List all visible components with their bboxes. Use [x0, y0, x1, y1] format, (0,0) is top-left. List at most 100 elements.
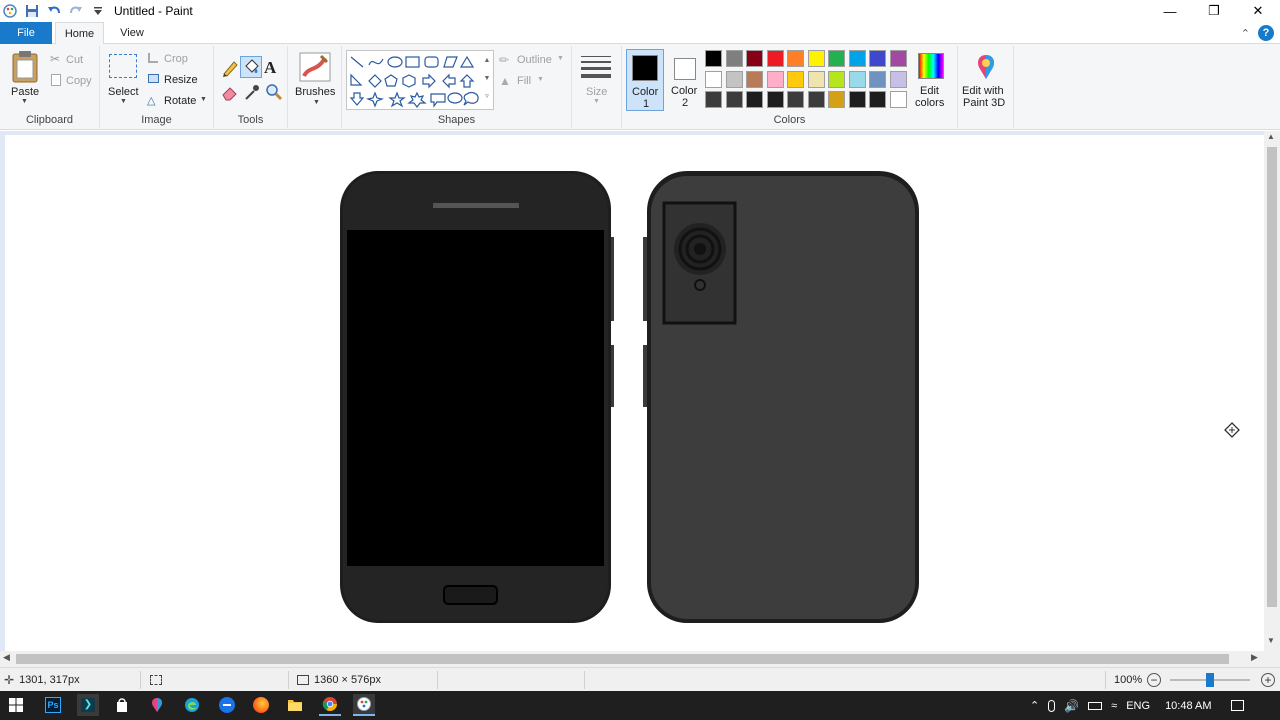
paint3d-icon: [978, 55, 994, 79]
palette-swatch[interactable]: [746, 91, 763, 108]
edit-colors-button[interactable]: Edit colors: [912, 49, 954, 111]
cut-button[interactable]: ✂ Cut: [50, 52, 95, 68]
zoom-slider-thumb[interactable]: [1206, 673, 1214, 687]
paste-button[interactable]: Paste ▼: [6, 48, 44, 105]
pencil-icon[interactable]: [220, 58, 240, 78]
palette-swatch[interactable]: [828, 70, 845, 88]
language-indicator[interactable]: ENG: [1126, 700, 1150, 712]
zoom-slider[interactable]: [1170, 673, 1250, 687]
drawing-canvas[interactable]: [5, 135, 1264, 651]
resize-handle-icon[interactable]: [1224, 422, 1240, 438]
scroll-down-icon[interactable]: ▼: [1267, 636, 1275, 645]
crop-button[interactable]: Crop: [146, 51, 208, 67]
clock[interactable]: 10:48 AM: [1165, 700, 1211, 712]
palette-swatch[interactable]: [766, 91, 784, 108]
edge-icon[interactable]: [181, 694, 203, 716]
photoshop-icon[interactable]: Ps: [42, 694, 64, 716]
text-icon[interactable]: A: [264, 58, 276, 78]
store-icon[interactable]: [111, 694, 133, 716]
close-button[interactable]: ✕: [1236, 0, 1280, 22]
resize-button[interactable]: Resize: [146, 72, 208, 88]
palette-swatch[interactable]: [869, 50, 886, 67]
palette-swatch[interactable]: [807, 91, 825, 108]
palette-swatch[interactable]: [766, 50, 784, 67]
copy-button[interactable]: Copy: [50, 73, 95, 89]
fill-bucket-icon[interactable]: [240, 56, 262, 78]
tab-home[interactable]: Home: [55, 22, 104, 45]
palette-swatch[interactable]: [807, 50, 825, 67]
tab-file[interactable]: File: [0, 22, 52, 44]
palette-swatch[interactable]: [746, 50, 763, 67]
scroll-right-icon[interactable]: ▶: [1251, 652, 1258, 663]
outline-button[interactable]: ✏ Outline ▼: [499, 52, 565, 68]
microphone-icon[interactable]: [1048, 699, 1056, 712]
firefox-icon[interactable]: [250, 694, 272, 716]
paint3d-taskbar-icon[interactable]: [146, 694, 168, 716]
horizontal-scrollbar[interactable]: ◀ ▶: [0, 651, 1264, 667]
palette-swatch[interactable]: [705, 50, 722, 67]
scroll-up-icon[interactable]: ▲: [1267, 132, 1275, 141]
palette-swatch[interactable]: [787, 70, 804, 88]
palette-swatch[interactable]: [787, 91, 804, 108]
color2-button[interactable]: Color 2: [666, 49, 704, 111]
rotate-button[interactable]: △ Rotate ▼: [146, 93, 212, 109]
palette-swatch[interactable]: [869, 70, 886, 88]
palette-swatch[interactable]: [725, 91, 743, 108]
shapes-scroll[interactable]: ▲ ▼ ▿: [482, 52, 492, 108]
vertical-scrollbar[interactable]: ▲ ▼: [1264, 131, 1280, 651]
palette-swatch[interactable]: [725, 70, 743, 88]
vertical-scroll-thumb[interactable]: [1267, 147, 1277, 607]
fill-button[interactable]: ▲ Fill ▼: [499, 73, 549, 89]
customize-toolbar-icon[interactable]: [90, 3, 106, 19]
zoom-in-icon[interactable]: +: [1261, 673, 1275, 687]
paint-taskbar-icon[interactable]: [353, 694, 375, 716]
palette-swatch[interactable]: [725, 50, 743, 67]
size-button[interactable]: Size ▼: [578, 50, 616, 110]
tray-overflow-icon[interactable]: ⌃: [1030, 699, 1039, 712]
palette-swatch[interactable]: [766, 70, 784, 88]
collapse-ribbon-icon[interactable]: ⌃: [1241, 27, 1250, 40]
redo-icon[interactable]: [68, 3, 84, 19]
palette-swatch[interactable]: [705, 91, 722, 108]
palette-swatch[interactable]: [848, 91, 866, 108]
terminal-icon[interactable]: ❯: [77, 694, 99, 716]
chat-app-icon[interactable]: [216, 694, 238, 716]
palette-swatch[interactable]: [848, 50, 866, 67]
select-button[interactable]: Select ▼: [106, 50, 140, 105]
save-icon[interactable]: [24, 3, 40, 19]
windows-start-icon[interactable]: [5, 694, 27, 716]
shapes-gallery[interactable]: [346, 50, 494, 110]
palette-swatch[interactable]: [705, 70, 722, 88]
chrome-icon[interactable]: [319, 694, 341, 716]
palette-swatch[interactable]: [869, 91, 886, 108]
palette-swatch[interactable]: [889, 70, 907, 88]
magnifier-icon[interactable]: [264, 82, 284, 102]
scroll-left-icon[interactable]: ◀: [3, 652, 10, 663]
palette-swatch[interactable]: [828, 50, 845, 67]
edit-with-paint3d-button[interactable]: Edit with Paint 3D: [960, 49, 1012, 111]
paint-app-icon[interactable]: [2, 3, 18, 19]
eraser-icon[interactable]: [220, 82, 240, 102]
palette-swatch[interactable]: [787, 50, 804, 67]
restore-button[interactable]: ❐: [1192, 0, 1236, 22]
help-icon[interactable]: ?: [1258, 25, 1274, 41]
color1-button[interactable]: Color 1: [626, 49, 664, 111]
zoom-out-icon[interactable]: −: [1147, 673, 1161, 687]
palette-swatch[interactable]: [746, 70, 763, 88]
volume-icon[interactable]: 🔊: [1064, 699, 1079, 713]
palette-swatch[interactable]: [807, 70, 825, 88]
horizontal-scroll-thumb[interactable]: [16, 654, 1229, 664]
palette-swatch[interactable]: [889, 91, 907, 108]
brushes-button[interactable]: Brushes ▼: [292, 50, 338, 110]
minimize-button[interactable]: —: [1148, 0, 1192, 22]
file-explorer-icon[interactable]: [284, 694, 306, 716]
color-picker-icon[interactable]: [242, 82, 262, 102]
wifi-icon[interactable]: ≈: [1111, 700, 1117, 712]
battery-icon[interactable]: [1088, 701, 1103, 710]
notifications-icon[interactable]: [1230, 700, 1244, 711]
palette-swatch[interactable]: [848, 70, 866, 88]
palette-swatch[interactable]: [889, 50, 907, 67]
palette-swatch[interactable]: [828, 91, 845, 108]
tab-view[interactable]: View: [108, 22, 156, 44]
undo-icon[interactable]: [46, 3, 62, 19]
